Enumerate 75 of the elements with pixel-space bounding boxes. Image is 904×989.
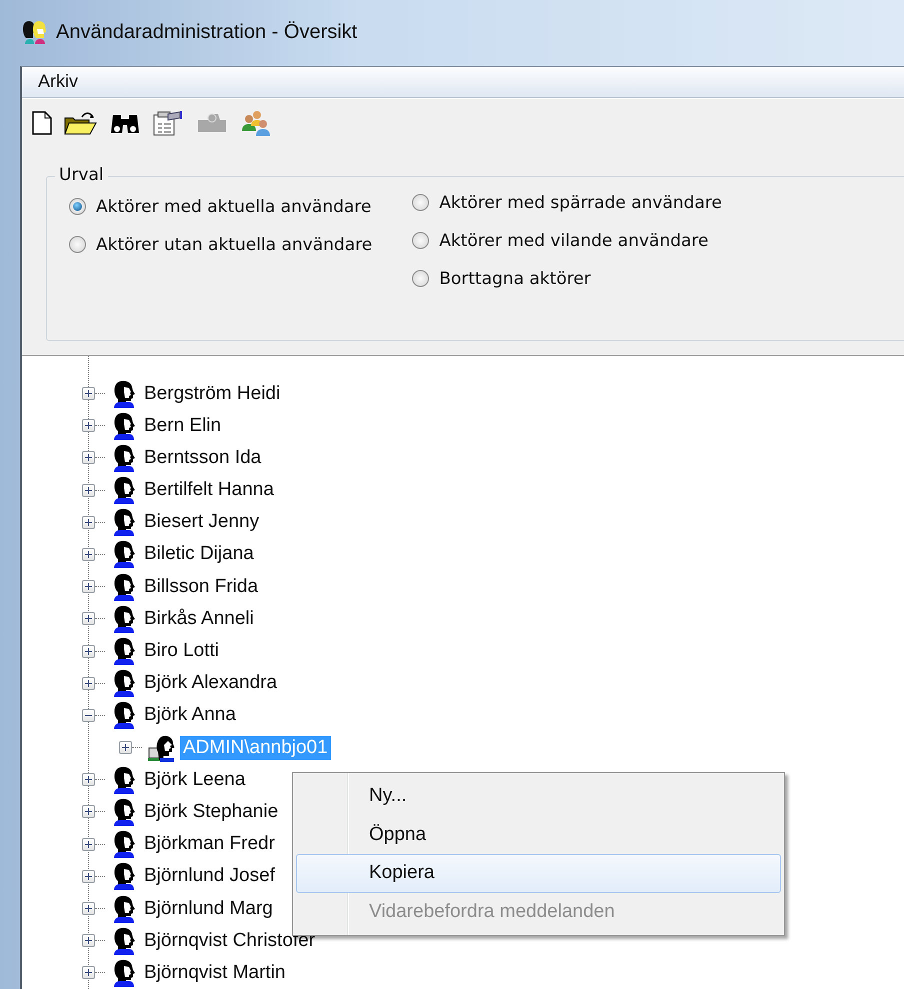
- person-icon: [111, 380, 137, 408]
- person-icon: [111, 637, 137, 666]
- expand-toggle[interactable]: [82, 387, 95, 400]
- tree-item[interactable]: Björnlund Josef: [141, 864, 278, 888]
- collapse-toggle[interactable]: [82, 708, 95, 722]
- person-icon: [111, 604, 137, 633]
- tree-item[interactable]: Bern Elin: [141, 414, 224, 438]
- radio-button[interactable]: [69, 198, 86, 216]
- person-icon: [111, 508, 137, 536]
- expand-toggle[interactable]: [82, 580, 95, 594]
- person-icon: [111, 798, 137, 826]
- expand-toggle[interactable]: [82, 644, 95, 658]
- radio-label[interactable]: Aktörer utan aktuella användare: [96, 234, 372, 255]
- expand-toggle[interactable]: [82, 966, 95, 980]
- radio-button[interactable]: [412, 270, 430, 288]
- window-title: Användaradministration - Översikt: [56, 20, 358, 44]
- radio-button[interactable]: [412, 232, 430, 250]
- user-computer-icon: [148, 734, 176, 762]
- tree-item[interactable]: Björk Alexandra: [141, 671, 280, 696]
- tree-item[interactable]: Björk Anna: [141, 703, 239, 728]
- person-icon: [111, 476, 137, 504]
- radio-label[interactable]: Aktörer med spärrade användare: [439, 192, 722, 213]
- expand-toggle[interactable]: [82, 451, 95, 464]
- tree-item[interactable]: Björkman Fredr: [141, 832, 278, 856]
- expand-toggle[interactable]: [82, 612, 95, 626]
- expand-toggle[interactable]: [119, 741, 132, 754]
- expand-toggle[interactable]: [82, 805, 95, 818]
- radio-button[interactable]: [412, 194, 430, 212]
- menu-item[interactable]: Ny...: [296, 777, 781, 816]
- person-icon: [111, 894, 137, 923]
- folder-icon[interactable]: [64, 110, 98, 136]
- tree-item[interactable]: Björk Leena: [141, 768, 248, 792]
- person-icon: [111, 572, 137, 601]
- person-icon: [111, 830, 137, 858]
- person-icon: [111, 540, 137, 568]
- expand-toggle[interactable]: [82, 548, 95, 561]
- tree-item[interactable]: Biro Lotti: [141, 639, 222, 664]
- expand-toggle[interactable]: [82, 484, 95, 497]
- person-icon: [111, 701, 137, 730]
- menu-item[interactable]: Öppna: [296, 816, 781, 854]
- expand-toggle[interactable]: [82, 902, 95, 916]
- tree-item[interactable]: Björnlund Marg: [141, 896, 276, 921]
- tree-item[interactable]: Björk Stephanie: [141, 800, 282, 824]
- expand-toggle[interactable]: [82, 676, 95, 690]
- menu-item[interactable]: Kopiera: [296, 854, 781, 892]
- new-document-icon[interactable]: [32, 111, 52, 136]
- person-icon: [111, 766, 137, 794]
- person-icon: [111, 444, 137, 472]
- expand-toggle[interactable]: [82, 773, 95, 786]
- tree-item[interactable]: Birkås Anneli: [141, 606, 257, 631]
- person-icon: [111, 862, 137, 890]
- tree-item[interactable]: Biesert Jenny: [141, 510, 262, 534]
- users-icon[interactable]: [240, 109, 272, 138]
- properties-icon[interactable]: [152, 110, 184, 136]
- person-icon: [111, 926, 137, 955]
- radio-button[interactable]: [69, 236, 86, 254]
- radio-label[interactable]: Aktörer med aktuella användare: [96, 196, 372, 217]
- expand-toggle[interactable]: [82, 934, 95, 948]
- app-icon: [22, 20, 48, 44]
- person-icon: [111, 669, 137, 698]
- menu-item[interactable]: Arkiv: [30, 69, 86, 94]
- tree-item[interactable]: Bergström Heidi: [141, 382, 284, 406]
- tree-item[interactable]: Björnqvist Martin: [141, 960, 288, 985]
- expand-toggle[interactable]: [82, 419, 95, 432]
- tree-item[interactable]: Billsson Frida: [141, 574, 262, 599]
- expand-toggle[interactable]: [82, 838, 95, 851]
- radio-label[interactable]: Borttagna aktörer: [439, 268, 591, 289]
- tree-item[interactable]: Berntsson Ida: [141, 446, 264, 470]
- tree-item[interactable]: Biletic Dijana: [141, 542, 257, 566]
- expand-toggle[interactable]: [82, 516, 95, 529]
- person-icon: [111, 412, 137, 440]
- tree-item[interactable]: Björnqvist Christofer: [141, 928, 318, 953]
- radio-label[interactable]: Aktörer med vilande användare: [439, 230, 709, 251]
- tree-item[interactable]: Bertilfelt Hanna: [141, 478, 277, 502]
- expand-toggle[interactable]: [82, 870, 95, 883]
